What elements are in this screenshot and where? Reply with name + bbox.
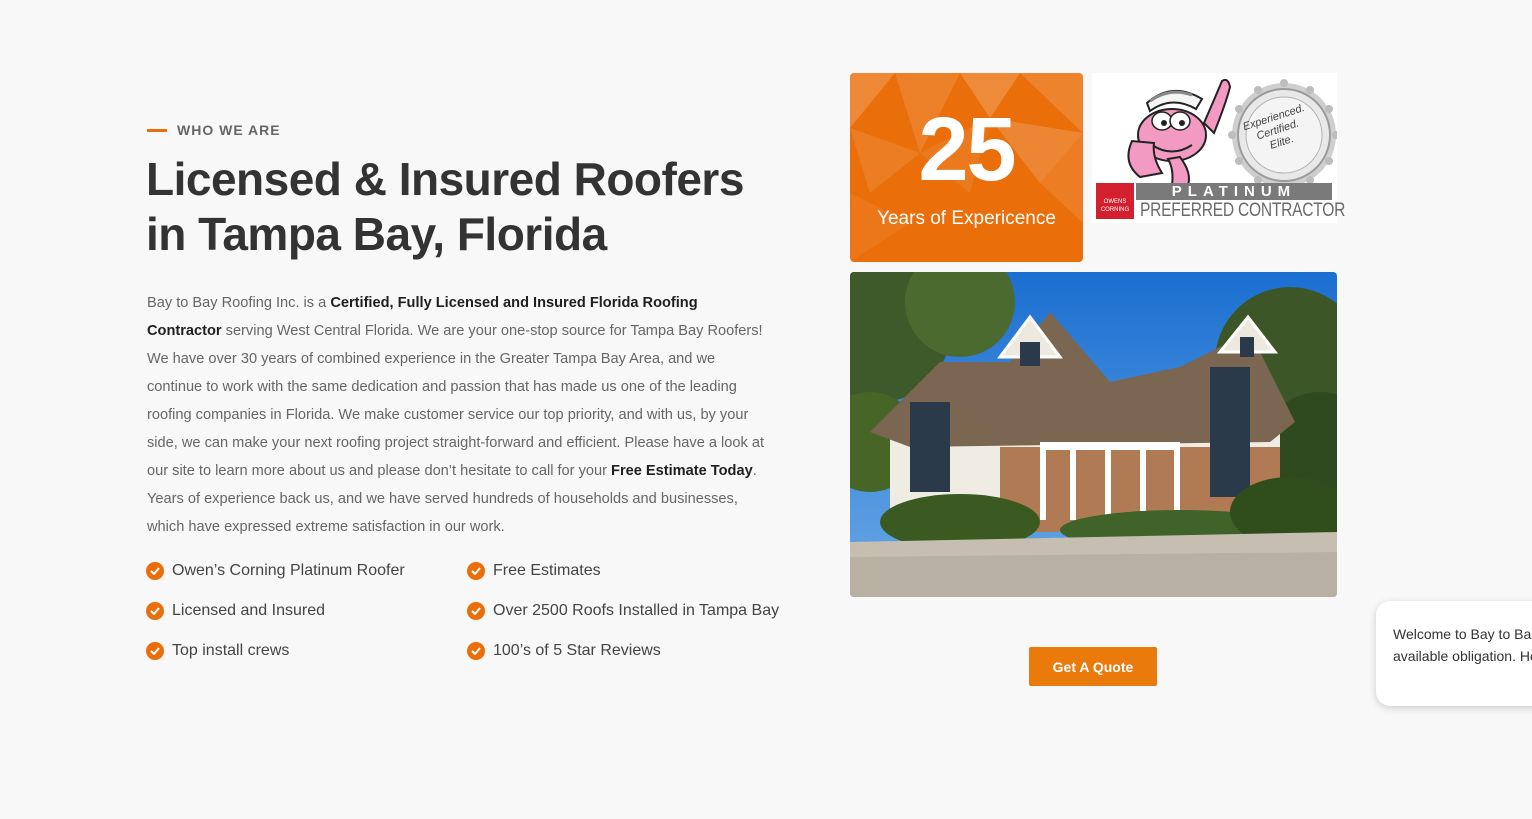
feature-item: Licensed and Insured (146, 598, 467, 624)
feature-label: Licensed and Insured (172, 602, 325, 619)
feature-label: Owen’s Corning Platinum Roofer (172, 562, 405, 579)
page-title: Licensed & Insured Roofers in Tampa Bay,… (146, 152, 796, 262)
intro-text-2: serving West Central Florida. We are you… (147, 323, 765, 479)
feature-label: 100’s of 5 Star Reviews (493, 642, 661, 659)
owens-corning-brand: OWENS (1104, 199, 1127, 205)
check-icon (146, 562, 164, 580)
check-icon (467, 562, 485, 580)
page-title-line-1: Licensed & Insured Roofers (146, 153, 744, 205)
page-title-line-2: in Tampa Bay, Florida (146, 208, 607, 260)
experience-box: 25 Years of Expericence (850, 73, 1083, 262)
feature-item: Top install crews (146, 638, 467, 664)
feature-label: Top install crews (172, 642, 290, 659)
intro-text-1: Bay to Bay Roofing Inc. is a (147, 295, 331, 311)
intro-bold-free-estimate: Free Estimate Today (611, 463, 753, 479)
house-illustration (850, 272, 1337, 597)
svg-text:CORNING: CORNING (1101, 207, 1130, 213)
chat-welcome-message: Welcome to Bay to Ba real person is avai… (1393, 626, 1532, 664)
badge-subtitle: PREFERRED CONTRACTOR (1140, 200, 1346, 221)
chat-widget-bubble[interactable]: Welcome to Bay to Ba real person is avai… (1376, 601, 1532, 706)
check-icon (146, 602, 164, 620)
check-icon (146, 642, 164, 660)
about-section: WHO WE ARE Licensed & Insured Roofers in… (0, 0, 1532, 819)
feature-label: Over 2500 Roofs Installed in Tampa Bay (493, 602, 780, 619)
badge-platinum-label: PLATINUM (1171, 183, 1297, 200)
check-icon (467, 602, 485, 620)
feature-item: Over 2500 Roofs Installed in Tampa Bay (467, 598, 807, 624)
intro-paragraph: Bay to Bay Roofing Inc. is a Certified, … (147, 289, 772, 541)
get-a-quote-button[interactable]: Get A Quote (1029, 647, 1157, 686)
eyebrow-label: WHO WE ARE (177, 122, 281, 138)
feature-label: Free Estimates (493, 562, 601, 579)
check-icon (467, 642, 485, 660)
feature-item: Free Estimates (467, 558, 807, 584)
section-eyebrow: WHO WE ARE (147, 122, 281, 138)
badge-platinum-band: PLATINUM (1136, 183, 1332, 200)
feature-item: Owen’s Corning Platinum Roofer (146, 558, 467, 584)
experience-years-label: Years of Expericence (877, 208, 1056, 229)
house-photo (850, 272, 1337, 597)
eyebrow-accent-line (147, 128, 167, 132)
experience-years-number: 25 (918, 100, 1016, 200)
feature-item: 100’s of 5 Star Reviews (467, 638, 807, 664)
feature-list: Owen’s Corning Platinum Roofer Free Esti… (146, 558, 806, 664)
